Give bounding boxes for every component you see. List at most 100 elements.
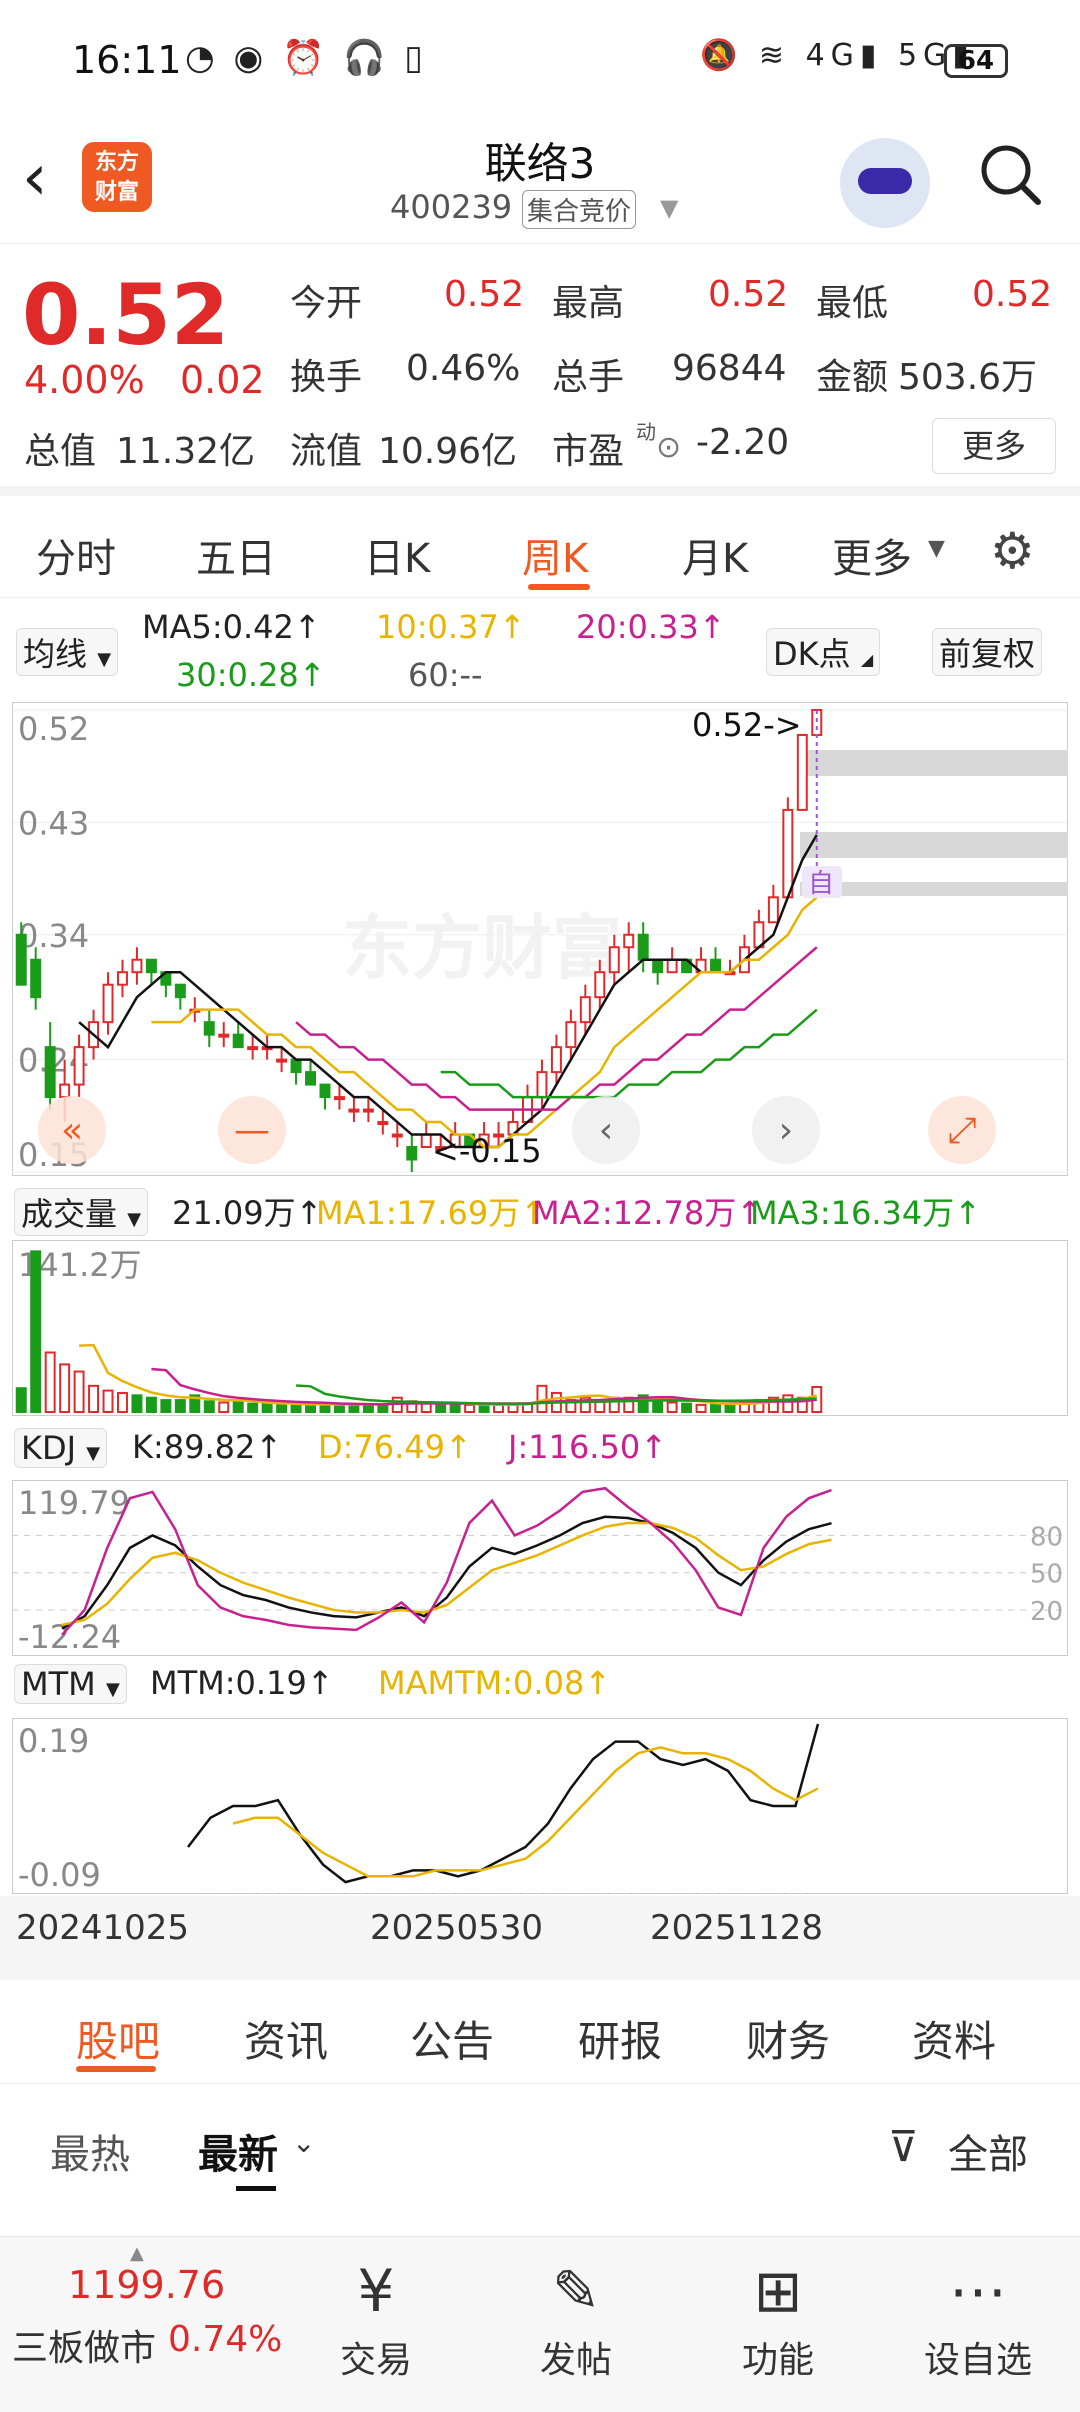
tab-monthly-k[interactable]: 月K	[682, 526, 748, 584]
volume-bar-up	[44, 1351, 56, 1414]
volume-ma3: MA3:16.34万↑	[750, 1194, 982, 1232]
mtm-line-mamtm	[232, 1746, 819, 1878]
self-select-label: 自	[808, 869, 834, 899]
ma30-value: 30:0.28↑	[176, 656, 326, 694]
candle-down	[44, 1046, 56, 1099]
prev-button-icon: ‹	[599, 1110, 613, 1151]
candle-up	[362, 1108, 374, 1113]
kdj-indicator-selector[interactable]: KDJ ▼	[14, 1428, 108, 1468]
tab-announcements[interactable]: 公告	[410, 2008, 494, 2069]
pe-info-icon[interactable]: ⊙	[656, 430, 681, 465]
volume-bar-down	[652, 1399, 664, 1414]
filter-all[interactable]: 全部	[948, 2122, 1028, 2180]
volume-bar-up	[73, 1370, 85, 1413]
functions-button[interactable]: ⊞ 功能	[708, 2257, 848, 2383]
candle-down	[305, 1071, 317, 1086]
ma5-value: MA5:0.42↑	[142, 608, 321, 646]
candle-down	[30, 958, 42, 999]
amount-label: 金额	[816, 357, 889, 398]
forum-sort-bar: 最热 最新 ⌄ ⊽ 全部	[0, 2086, 1080, 2236]
tab-daily-k[interactable]: 日K	[364, 526, 430, 584]
candle-up	[348, 1108, 360, 1113]
kline-chart[interactable]: 0.520.430.340.240.15东方财富0.52-><-0.15自«—‹…	[12, 702, 1068, 1176]
kline-y-label: 0.52	[18, 710, 89, 748]
candle-up	[377, 1121, 389, 1126]
index-name[interactable]: 三板做市	[12, 2319, 156, 2371]
tab-intraday[interactable]: 分时	[36, 526, 116, 584]
volume-bar-down	[131, 1394, 143, 1413]
kdj-k-value: K:89.82↑	[132, 1428, 283, 1466]
date-axis: 20241025 20250530 20251128	[0, 1896, 1080, 1980]
candle-up	[276, 1058, 288, 1063]
tab-more[interactable]: 更多	[832, 526, 912, 584]
index-percent[interactable]: 0.74%	[168, 2319, 282, 2360]
volume-bar-up	[507, 1403, 519, 1414]
active-tab-indicator	[76, 2066, 156, 2072]
mtm-label: MTM	[21, 1665, 96, 1703]
add-watchlist-button[interactable]: ⋯ 设自选	[908, 2257, 1048, 2383]
tab-news[interactable]: 资讯	[244, 2008, 328, 2069]
candle-up	[594, 971, 606, 999]
candle-up	[536, 1071, 548, 1099]
volume-bar-up	[116, 1391, 128, 1413]
tab-forum[interactable]: 股吧	[76, 2008, 160, 2069]
amount-value: 503.6万	[898, 357, 1038, 398]
tab-profile[interactable]: 资料	[912, 2008, 996, 2069]
pe-dynamic-mark: 动	[636, 420, 656, 444]
candle-up	[608, 946, 620, 974]
ma-indicator-label: 均线	[23, 635, 88, 673]
chevron-down-icon: ▼	[97, 649, 112, 670]
turnover-value: 0.46%	[406, 348, 521, 389]
volume-bar-down	[261, 1402, 273, 1413]
candle-up	[218, 1033, 230, 1038]
volume-indicator-selector[interactable]: 成交量 ▼	[14, 1188, 149, 1236]
ma-indicator-selector[interactable]: 均线 ▼	[16, 628, 119, 676]
status-left-icons: ◔ ◉ ⏰ 🎧 ▯	[185, 38, 427, 78]
index-value[interactable]: 1199.76	[68, 2263, 225, 2307]
candle-down	[290, 1058, 302, 1074]
volume-bar-up	[102, 1389, 114, 1414]
status-right-icons: 🔕 ≋ 4G▮ 5G▮	[700, 38, 975, 73]
more-quote-button[interactable]: 更多	[932, 418, 1056, 474]
content-tabs: 股吧 资讯 公告 研报 财务 资料	[0, 1984, 1080, 2084]
kdj-chart[interactable]: 805020119.79-12.24	[12, 1480, 1068, 1656]
tab-weekly-k[interactable]: 周K	[522, 526, 588, 584]
chevron-down-icon[interactable]: ⌄	[292, 2126, 315, 2159]
volume-bar-up	[464, 1403, 476, 1414]
assistant-robot-icon[interactable]	[840, 138, 930, 228]
total-cap-value: 11.32亿	[116, 431, 256, 472]
ma-line-ma30	[440, 1008, 818, 1099]
more-dropdown-icon[interactable]: ▼	[928, 536, 945, 561]
sort-latest[interactable]: 最新	[198, 2122, 278, 2180]
candle-up	[247, 1046, 259, 1051]
date-label-end: 20251128	[650, 1908, 824, 1948]
date-label-mid: 20250530	[370, 1908, 544, 1948]
resistance-band	[800, 832, 1068, 858]
filter-icon[interactable]: ⊽	[888, 2122, 919, 2171]
candle-up	[782, 808, 794, 899]
search-icon[interactable]	[978, 142, 1042, 206]
adjust-mode-button[interactable]: 前复权	[932, 628, 1043, 676]
dk-point-toggle[interactable]: DK点 ◢	[766, 628, 881, 676]
volume-chart[interactable]: 141.2万	[12, 1240, 1068, 1416]
mtm-chart[interactable]: 0.19 -0.09	[12, 1718, 1068, 1894]
candle-up	[391, 1133, 403, 1138]
tab-finance[interactable]: 财务	[746, 2008, 830, 2069]
chevron-down-icon[interactable]: ▼	[660, 194, 678, 222]
tab-five-day[interactable]: 五日	[196, 526, 276, 584]
candle-up	[666, 958, 678, 974]
candle-up	[565, 1021, 577, 1049]
trade-button[interactable]: ¥ 交易	[306, 2257, 446, 2383]
mtm-indicator-selector[interactable]: MTM ▼	[14, 1664, 127, 1704]
candle-up	[579, 996, 591, 1024]
sort-hot[interactable]: 最热	[50, 2122, 130, 2180]
open-label: 今开	[290, 283, 363, 324]
volume-bar-up	[695, 1403, 707, 1414]
post-button[interactable]: ✎ 发帖	[506, 2257, 646, 2383]
gear-icon[interactable]: ⚙	[990, 522, 1035, 580]
tab-research[interactable]: 研报	[578, 2008, 662, 2069]
float-cap-value: 10.96亿	[378, 431, 518, 472]
pe-value: -2.20	[696, 422, 790, 463]
yen-cycle-icon: ¥	[357, 2257, 395, 2325]
volume-bar-down	[30, 1250, 42, 1414]
